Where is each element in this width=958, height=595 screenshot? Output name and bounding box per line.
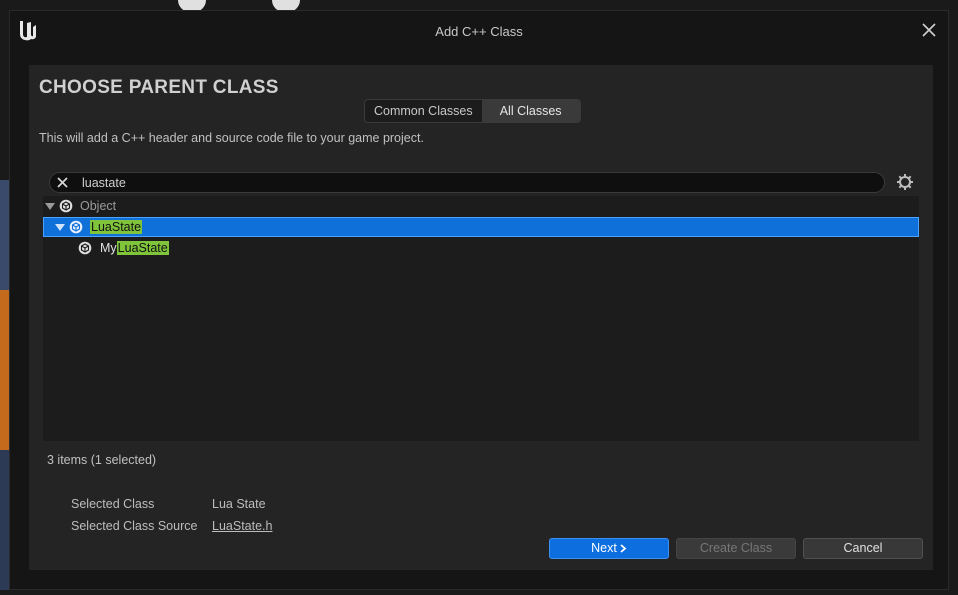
- main-panel: CHOOSE PARENT CLASS Common Classes All C…: [29, 65, 933, 570]
- class-filter-tabs: Common Classes All Classes: [364, 99, 581, 123]
- class-icon: [59, 199, 73, 213]
- tree-row-luastate[interactable]: LuaState: [43, 217, 919, 237]
- selected-class-label: Selected Class: [71, 497, 155, 511]
- clear-search-icon[interactable]: [55, 175, 70, 190]
- item-count: 3 items (1 selected): [47, 453, 157, 467]
- gear-icon[interactable]: [896, 173, 914, 191]
- tree-row-label: Object: [80, 199, 117, 213]
- selected-class-value: Lua State: [212, 497, 266, 511]
- description-text: This will add a C++ header and source co…: [39, 131, 424, 145]
- selected-class-source-link[interactable]: LuaState.h: [212, 519, 272, 533]
- cancel-button[interactable]: Cancel: [803, 538, 923, 559]
- class-icon: [78, 241, 92, 255]
- expand-arrow-icon[interactable]: [45, 203, 55, 210]
- search-box: [49, 172, 885, 193]
- title-bar[interactable]: Add C++ Class: [10, 11, 948, 51]
- close-icon[interactable]: [920, 21, 938, 39]
- selected-class-source-label: Selected Class Source: [71, 519, 198, 533]
- tab-all-classes[interactable]: All Classes: [481, 100, 580, 122]
- tree-row-myluastate[interactable]: MyLuaState: [43, 238, 919, 258]
- expand-arrow-icon[interactable]: [55, 224, 65, 231]
- add-cpp-class-dialog: Add C++ Class CHOOSE PARENT CLASS Common…: [9, 10, 949, 590]
- tab-common-classes[interactable]: Common Classes: [365, 100, 482, 122]
- next-button[interactable]: Next: [549, 538, 669, 559]
- class-tree: Object LuaState MyLuaState: [43, 196, 919, 441]
- create-class-button[interactable]: Create Class: [676, 538, 796, 559]
- tree-row-label: LuaState: [90, 217, 143, 237]
- window-title: Add C++ Class: [435, 24, 523, 39]
- search-match-highlight: LuaState: [90, 220, 143, 234]
- tree-row-label: MyLuaState: [100, 238, 169, 258]
- search-match-highlight: LuaState: [116, 241, 169, 255]
- tree-row-object[interactable]: Object: [43, 196, 919, 216]
- class-icon: [69, 220, 83, 234]
- chevron-right-icon: [620, 544, 627, 553]
- next-button-label: Next: [591, 541, 617, 555]
- page-title: CHOOSE PARENT CLASS: [39, 77, 279, 98]
- search-input[interactable]: [82, 174, 862, 191]
- tree-row-prefix: My: [100, 241, 117, 255]
